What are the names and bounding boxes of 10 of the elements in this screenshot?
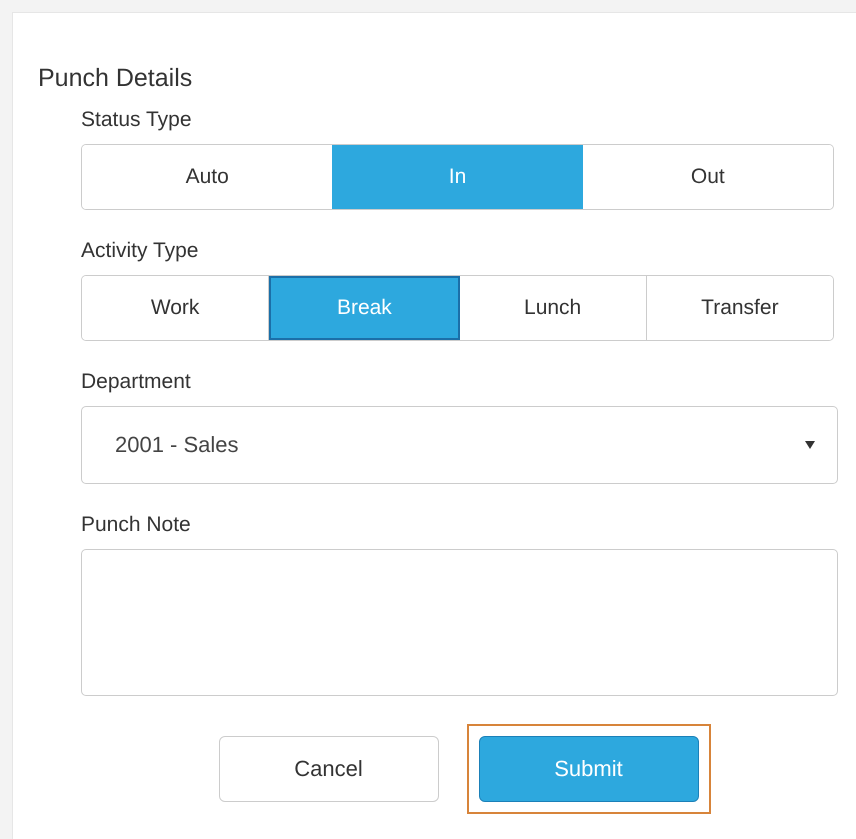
field-label: Activity Type (81, 238, 200, 264)
field-label: Department (81, 369, 192, 395)
panel-title: Punch Details (38, 63, 194, 93)
field-label: Punch Note (81, 512, 192, 538)
caret-icon (805, 441, 815, 449)
department-select[interactable]: 2001 - Sales (81, 406, 838, 484)
note-field[interactable] (81, 549, 838, 696)
segment-button[interactable]: Work (82, 276, 270, 340)
field-label: Status Type (81, 107, 193, 133)
cancel-button[interactable]: Cancel (218, 736, 438, 802)
